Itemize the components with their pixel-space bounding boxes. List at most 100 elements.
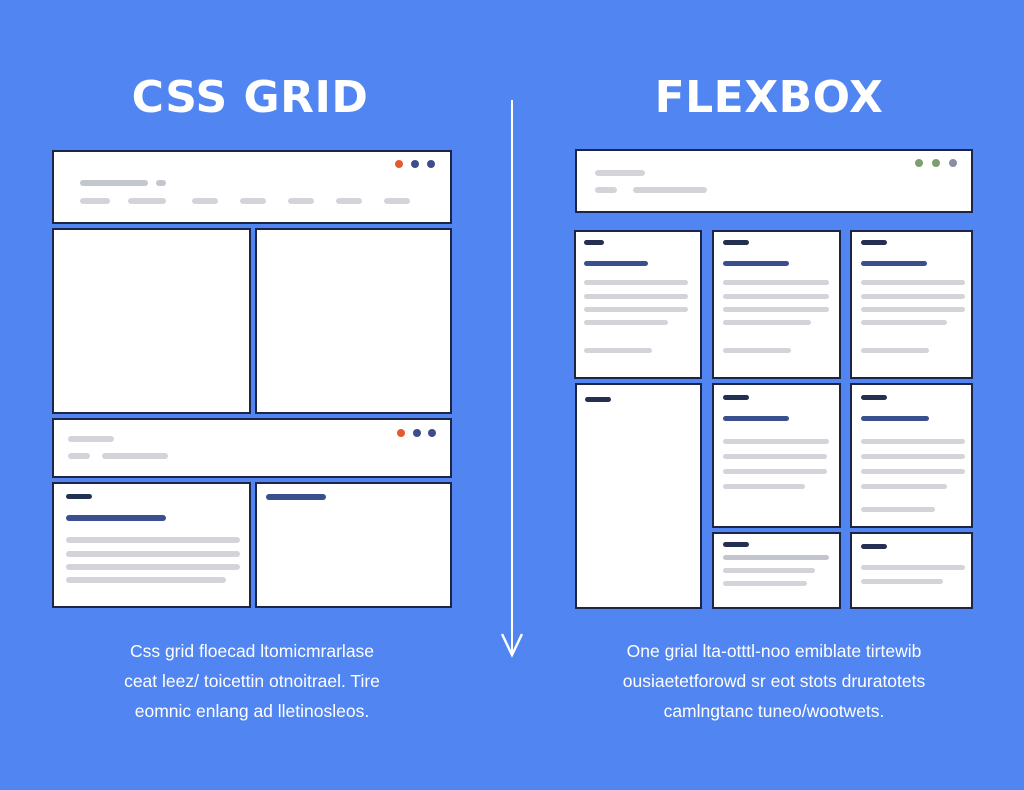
card-text-line [723,439,829,444]
card-text-line [861,469,965,474]
card-text-line [861,294,965,299]
css-grid-caption: Css grid floecad ltomicmrarlase ceat lee… [32,636,472,726]
card-heading-bar [861,544,887,549]
card-text-line [861,348,929,353]
grid-nav-bar [128,198,166,204]
flex-card [712,383,841,528]
card-accent-bar [861,416,929,421]
flexbox-title: FLEXBOX [654,72,884,123]
flexbox-caption: One grial lta-otttl-noo emiblate tirtewi… [554,636,994,726]
card-text-line [723,555,829,560]
card-text-line [861,280,965,285]
card-accent-bar [584,261,648,266]
card-text-line [66,577,226,583]
flex-card [712,230,841,379]
grid-nav-bar [240,198,266,204]
window-dot-green [915,159,923,167]
card-text-line [861,579,943,584]
grid-subheader-bar [68,436,114,442]
flex-card [850,532,973,609]
grid-nav-bar [80,198,110,204]
card-heading-bar [723,240,749,245]
card-accent-bar [266,494,326,500]
card-text-line [723,294,829,299]
grid-nav-bar [384,198,410,204]
caption-line: camlngtanc tuneo/wootwets. [663,701,885,721]
grid-cell-large-left [52,228,251,414]
window-dot-red [395,160,403,168]
grid-subheader-box [52,418,452,478]
card-text-line [861,307,965,312]
flex-header-box [575,149,973,213]
arrow-down-icon [500,620,524,658]
grid-nav-bar [336,198,362,204]
window-dot-grey [949,159,957,167]
card-text-line [723,320,811,325]
caption-line: eomnic enlang ad lletinosleos. [134,701,370,721]
caption-line: ousiaetetforowd sr eot stots druratotets [622,671,926,691]
grid-subheader-bar [102,453,168,459]
grid-card-right [255,482,452,608]
window-dot-green [932,159,940,167]
card-accent-bar [723,261,789,266]
card-heading-bar [585,397,611,402]
card-text-line [584,307,688,312]
grid-cell-large-right [255,228,452,414]
grid-card-left [52,482,251,608]
grid-header-box [52,150,452,224]
caption-line: One grial lta-otttl-noo emiblate tirtewi… [626,641,922,661]
card-heading-bar [723,395,749,400]
card-text-line [723,484,805,489]
card-text-line [584,294,688,299]
card-heading-bar [723,542,749,547]
grid-header-bar [80,180,148,186]
flex-card [850,383,973,528]
card-accent-bar [723,416,789,421]
card-accent-bar [861,261,927,266]
card-text-line [584,280,688,285]
card-text-line [723,568,815,573]
card-text-line [723,469,827,474]
caption-line: ceat leez/ toicettin otnoitrael. Tire [124,671,380,691]
window-dot-navy [411,160,419,168]
card-text-line [861,454,965,459]
card-text-line [861,320,947,325]
card-text-line [584,320,668,325]
flex-card [850,230,973,379]
card-accent-bar [66,515,166,521]
window-dot-navy [428,429,436,437]
grid-header-bar [156,180,166,186]
card-text-line [66,551,240,557]
grid-subheader-bar [68,453,90,459]
window-dot-navy [413,429,421,437]
card-text-line [723,454,827,459]
flex-card-tall [575,383,702,609]
flex-card [712,532,841,609]
grid-nav-bar [288,198,314,204]
card-heading-bar [584,240,604,245]
card-text-line [66,537,240,543]
card-text-line [66,564,240,570]
card-heading-bar [861,395,887,400]
grid-nav-bar [192,198,218,204]
card-text-line [723,280,829,285]
divider-line [511,100,513,630]
card-text-line [861,565,965,570]
card-text-line [723,307,829,312]
card-heading-bar [861,240,887,245]
card-heading-bar [66,494,92,499]
card-text-line [723,348,791,353]
window-dot-red [397,429,405,437]
flex-header-bar [595,170,645,176]
card-text-line [861,439,965,444]
flex-header-bar [595,187,617,193]
card-text-line [723,581,807,586]
card-text-line [584,348,652,353]
css-grid-title: CSS GRID [131,72,369,123]
caption-line: Css grid floecad ltomicmrarlase [129,641,375,661]
card-text-line [861,484,947,489]
window-dot-navy [427,160,435,168]
card-text-line [861,507,935,512]
flex-card [574,230,702,379]
flex-header-bar [633,187,707,193]
